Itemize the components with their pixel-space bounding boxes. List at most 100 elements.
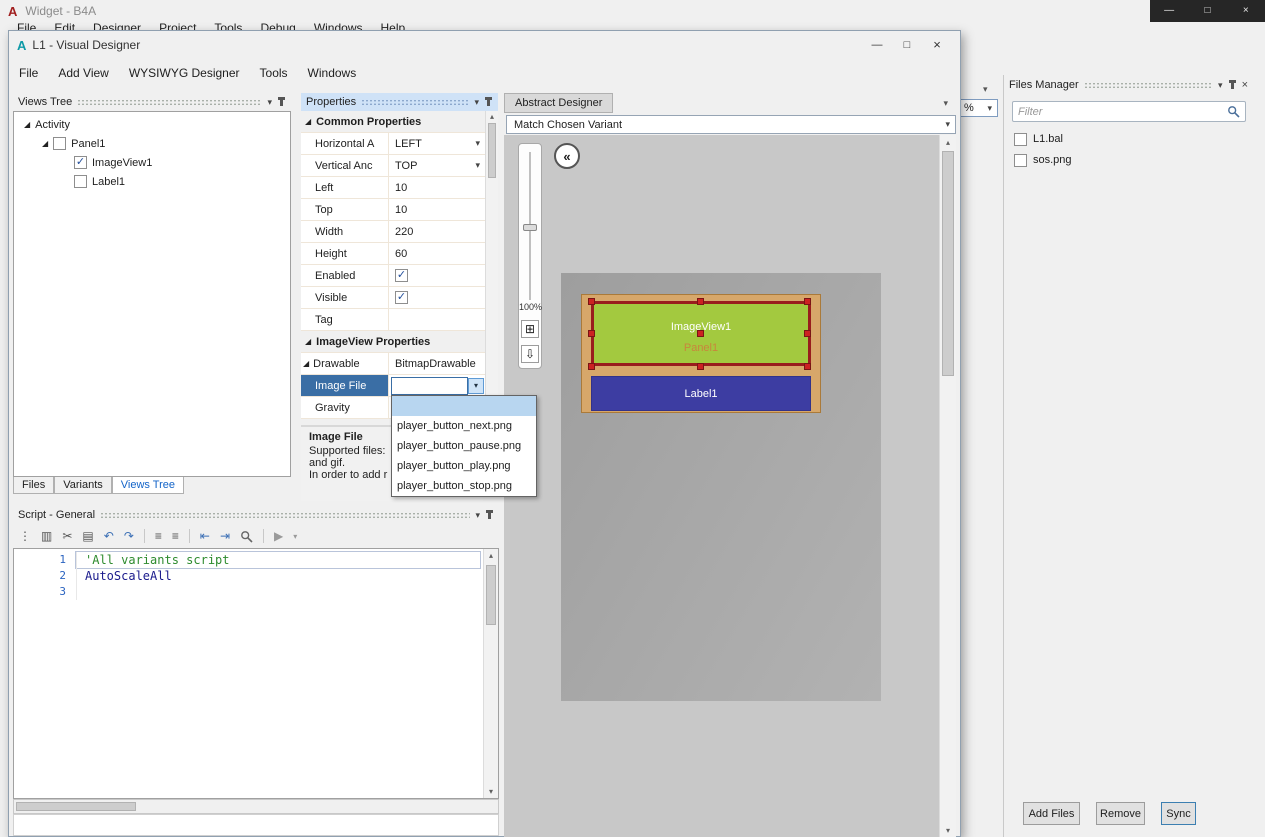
chevron-down-icon[interactable]: ▾ (1218, 80, 1223, 91)
chevron-down-icon[interactable]: ▾ (475, 138, 485, 149)
maximize-icon[interactable]: □ (1188, 0, 1226, 22)
collapse-left-button[interactable]: « (554, 143, 580, 169)
file-list-item[interactable]: L1.bal (1004, 129, 1253, 149)
close-icon[interactable]: × (922, 33, 952, 57)
run-script-icon[interactable]: ▶ (274, 529, 283, 543)
property-section[interactable]: ◢ Common Properties (301, 111, 485, 133)
search-icon[interactable] (1227, 105, 1240, 118)
chevron-down-icon[interactable]: ▾ (475, 510, 480, 521)
tree-checkbox[interactable] (53, 137, 67, 150)
add-files-button[interactable]: Add Files (1023, 802, 1080, 825)
filter-input[interactable] (1018, 105, 1227, 118)
dropdown-item[interactable]: player_button_pause.png (392, 436, 536, 456)
copy-icon[interactable]: ▥ (41, 529, 52, 543)
remove-button[interactable]: Remove (1096, 802, 1145, 825)
tabstrip-overflow-icon[interactable]: ▾ (943, 98, 948, 109)
property-checkbox-checked[interactable]: ✓ (395, 269, 408, 282)
scrollbar-thumb[interactable] (16, 802, 136, 811)
pin-icon[interactable] (1228, 80, 1236, 89)
editor-hscrollbar[interactable] (13, 799, 499, 814)
property-section[interactable]: ◢ ImageView Properties (301, 331, 485, 353)
resize-handle-bl[interactable] (588, 363, 595, 370)
chevron-down-icon[interactable]: ▾ (474, 97, 479, 108)
scrollbar-thumb[interactable] (488, 123, 496, 178)
pin-icon[interactable] (278, 97, 285, 106)
property-value-input[interactable]: 220 (389, 221, 485, 242)
chevron-down-icon[interactable]: ▾ (293, 532, 297, 541)
properties-scrollbar[interactable]: ▴ ▾ (485, 111, 498, 419)
scroll-up-icon[interactable]: ▴ (484, 551, 498, 560)
tree-item-imageview1[interactable]: ✓ ImageView1 (14, 153, 290, 172)
tree-checkbox[interactable] (74, 175, 87, 188)
scroll-up-icon[interactable]: ▴ (486, 112, 498, 121)
script-editor[interactable]: 1 'All variants script 2 AutoScaleAll 3 … (13, 548, 499, 799)
variant-combo[interactable]: Match Chosen Variant ▾ (506, 115, 956, 134)
minimize-icon[interactable]: — (862, 33, 892, 57)
tab-abstract-designer[interactable]: Abstract Designer (504, 93, 614, 113)
maximize-icon[interactable]: □ (892, 33, 922, 57)
canvas-scrollbar[interactable]: ▴ ▾ (939, 135, 956, 837)
close-icon[interactable]: × (1227, 0, 1265, 22)
minimize-icon[interactable]: — (1150, 0, 1188, 22)
property-value-input[interactable]: 10 (389, 177, 485, 198)
menu-wysiwyg-designer[interactable]: WYSIWYG Designer (119, 66, 250, 80)
expander-icon[interactable]: ◢ (24, 120, 30, 129)
close-icon[interactable]: × (1242, 79, 1248, 91)
expander-icon[interactable]: ◢ (42, 139, 48, 148)
property-checkbox-checked[interactable]: ✓ (395, 291, 408, 304)
resize-handle-tm[interactable] (697, 298, 704, 305)
resize-handle-ml[interactable] (588, 330, 595, 337)
outdent-icon[interactable]: ⇤ (200, 529, 210, 543)
bg-toolbar-overflow-icon[interactable]: ▾ (983, 84, 988, 95)
property-value-input[interactable]: 60 (389, 243, 485, 264)
resize-handle-br[interactable] (804, 363, 811, 370)
redo-icon[interactable]: ↷ (124, 529, 134, 543)
dropdown-item[interactable]: player_button_next.png (392, 416, 536, 436)
zoom-slider-thumb[interactable] (523, 224, 537, 231)
canvas-label1[interactable]: Label1 (591, 376, 811, 411)
tree-item-panel1[interactable]: ◢ Panel1 (14, 134, 290, 153)
file-list-item[interactable]: sos.png (1004, 150, 1253, 170)
format-list-icon[interactable]: ≡ (172, 529, 179, 543)
menu-file[interactable]: File (9, 66, 48, 80)
chevron-down-icon[interactable]: ▾ (945, 119, 955, 130)
expander-icon[interactable]: ◢ (305, 337, 311, 346)
import-screenshot-icon[interactable]: ⇩ (521, 345, 539, 363)
chevron-down-icon[interactable]: ▾ (267, 97, 272, 108)
resize-handle-bm[interactable] (697, 363, 704, 370)
format-list-icon[interactable]: ≡ (155, 529, 162, 543)
undo-icon[interactable]: ↶ (104, 529, 114, 543)
menu-tools[interactable]: Tools (250, 66, 298, 80)
combo-dropdown-button[interactable]: ▾ (468, 377, 484, 394)
dropdown-item-empty[interactable] (392, 396, 536, 416)
menu-add-view[interactable]: Add View (48, 66, 118, 80)
property-value-dropdown[interactable]: TOP ▾ (389, 155, 485, 176)
scrollbar-thumb[interactable] (486, 565, 496, 625)
chevron-down-icon[interactable]: ▾ (475, 160, 485, 171)
chevron-down-icon[interactable]: ▾ (987, 103, 997, 114)
scroll-down-icon[interactable]: ▾ (484, 787, 498, 796)
pin-icon[interactable] (485, 97, 492, 106)
dropdown-item[interactable]: player_button_play.png (392, 456, 536, 476)
tree-item-label1[interactable]: Label1 (14, 172, 290, 191)
scrollbar-thumb[interactable] (942, 151, 954, 376)
design-canvas[interactable]: 100% ⊞ ⇩ « ImageView1 Panel1 Label1 (504, 135, 939, 837)
cut-icon[interactable]: ✂ (62, 529, 72, 543)
property-value-input[interactable]: BitmapDrawable (389, 353, 485, 374)
menu-windows[interactable]: Windows (298, 66, 367, 80)
tab-variants[interactable]: Variants (54, 477, 112, 494)
scroll-down-icon[interactable]: ▾ (940, 826, 956, 835)
dropdown-item[interactable]: player_button_stop.png (392, 476, 536, 496)
resize-handle-mr[interactable] (804, 330, 811, 337)
expander-icon[interactable]: ◢ (303, 359, 309, 368)
scroll-up-icon[interactable]: ▴ (940, 138, 956, 147)
property-label-selected[interactable]: Image File (301, 375, 389, 396)
expander-icon[interactable]: ◢ (305, 117, 311, 126)
paste-icon[interactable]: ▤ (82, 529, 93, 543)
move-handle-center[interactable] (697, 330, 704, 337)
property-value-input[interactable]: 10 (389, 199, 485, 220)
indent-icon[interactable]: ⇥ (220, 529, 230, 543)
tab-files[interactable]: Files (13, 477, 55, 494)
grid-toggle-icon[interactable]: ⊞ (521, 320, 539, 338)
editor-scrollbar[interactable]: ▴ ▾ (483, 549, 498, 798)
